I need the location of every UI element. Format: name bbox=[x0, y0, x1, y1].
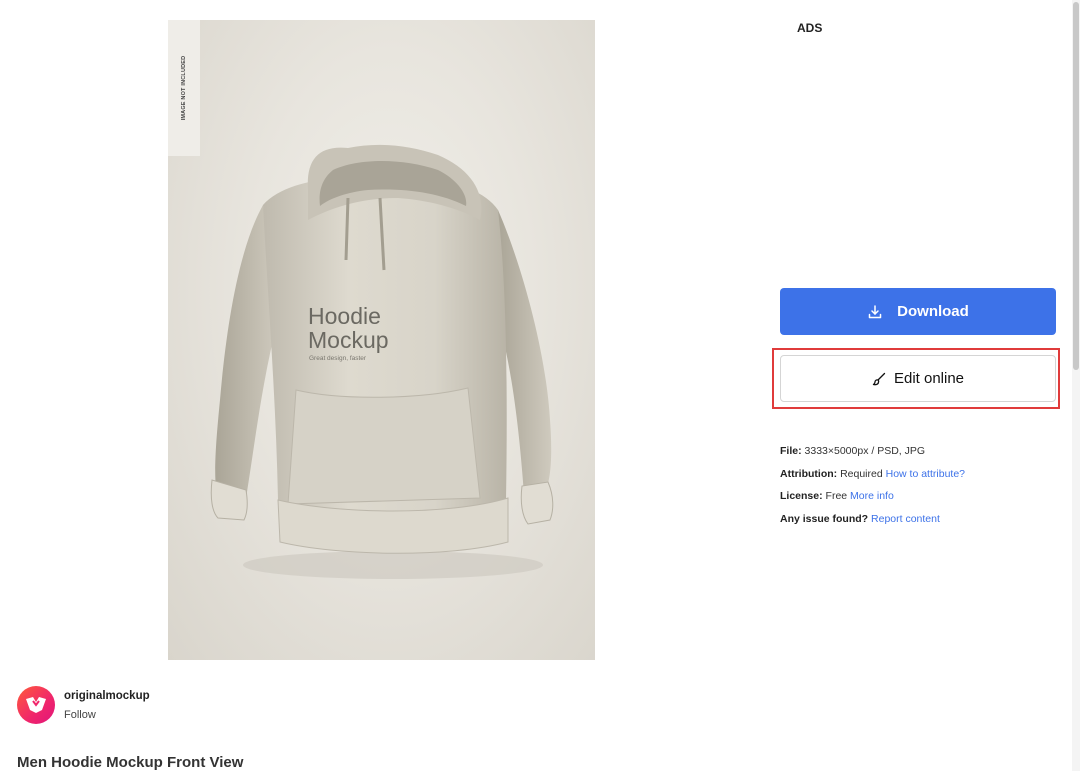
license-label: License: bbox=[780, 490, 823, 502]
edit-online-label: Edit online bbox=[893, 370, 965, 387]
mockup-print-title: Hoodie Mockup bbox=[308, 303, 389, 353]
scrollbar-thumb[interactable] bbox=[1073, 2, 1079, 370]
license-row: License: Free More info bbox=[780, 489, 965, 512]
preview-tag-text: IMAGE NOT INCLUDED bbox=[181, 55, 187, 121]
page-title: Men Hoodie Mockup Front View bbox=[17, 754, 244, 771]
download-button-label: Download bbox=[897, 303, 969, 320]
preview-tag: IMAGE NOT INCLUDED bbox=[168, 20, 200, 156]
more-info-link[interactable]: More info bbox=[850, 490, 894, 502]
file-label: File: bbox=[780, 445, 802, 457]
report-content-link[interactable]: Report content bbox=[871, 513, 940, 525]
preview-image[interactable]: IMAGE NOT INCLUDED Hoodie Mockup Great d… bbox=[168, 20, 595, 660]
attribution-value: Required bbox=[840, 467, 883, 480]
issue-row: Any issue found? Report content bbox=[780, 512, 965, 535]
how-to-attribute-link[interactable]: How to attribute? bbox=[886, 468, 965, 480]
brush-icon bbox=[872, 372, 886, 385]
issue-label: Any issue found? bbox=[780, 512, 869, 525]
resource-page: IMAGE NOT INCLUDED Hoodie Mockup Great d… bbox=[0, 0, 1080, 771]
mockup-print-subtitle: Great design, faster bbox=[309, 355, 367, 362]
follow-button[interactable]: Follow bbox=[64, 709, 96, 721]
attribution-label: Attribution: bbox=[780, 467, 838, 480]
license-value: Free bbox=[825, 490, 848, 502]
download-icon bbox=[868, 304, 882, 318]
attribution-row: Attribution: Required How to attribute? bbox=[780, 467, 965, 490]
ads-label: ADS bbox=[797, 21, 823, 35]
download-button[interactable]: Download bbox=[780, 288, 1056, 335]
file-info: File: 3333×5000px / PSD, JPG Attribution… bbox=[780, 444, 965, 534]
file-value: 3333×5000px / PSD, JPG bbox=[804, 445, 926, 457]
file-row: File: 3333×5000px / PSD, JPG bbox=[780, 444, 965, 467]
author-name[interactable]: originalmockup bbox=[64, 690, 150, 702]
edit-online-button[interactable]: Edit online bbox=[780, 355, 1056, 402]
author-logo-icon bbox=[26, 697, 46, 713]
author-avatar[interactable] bbox=[17, 686, 55, 724]
